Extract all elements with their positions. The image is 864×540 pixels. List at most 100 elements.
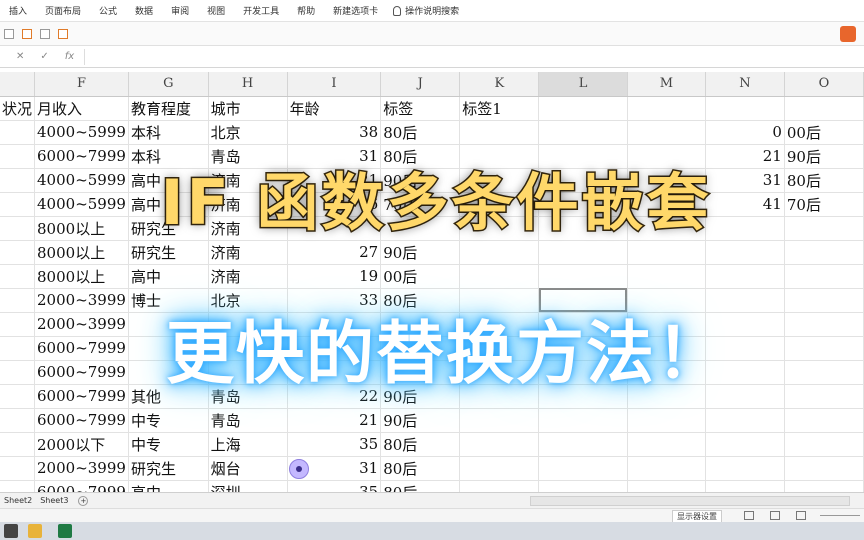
cell[interactable]: [459, 264, 540, 289]
cell[interactable]: [705, 432, 785, 457]
cell[interactable]: 00后: [784, 120, 864, 145]
cell[interactable]: [0, 408, 36, 433]
tab-developer[interactable]: 开发工具: [234, 4, 288, 17]
cell[interactable]: [0, 216, 36, 241]
cell[interactable]: 烟台: [208, 456, 288, 481]
tab-data[interactable]: 数据: [126, 4, 162, 17]
cell[interactable]: 90后: [784, 144, 864, 169]
cell[interactable]: 70后: [784, 192, 864, 217]
cell[interactable]: 中专: [128, 408, 209, 433]
cell[interactable]: [538, 264, 628, 289]
cell[interactable]: [627, 120, 707, 145]
cell[interactable]: 济南: [208, 264, 288, 289]
cell[interactable]: 济南: [208, 240, 288, 265]
tab-new[interactable]: 新建选项卡: [324, 4, 387, 17]
cell[interactable]: 4000~5999: [34, 120, 129, 145]
cell[interactable]: [0, 312, 36, 337]
cell[interactable]: 8000以上: [34, 264, 129, 289]
cell[interactable]: [627, 240, 707, 265]
format-icon[interactable]: [22, 28, 32, 39]
cancel-icon[interactable]: ✕: [16, 51, 24, 62]
cell[interactable]: [538, 456, 628, 481]
cell[interactable]: 2000~3999: [34, 456, 129, 481]
cell[interactable]: 北京: [208, 120, 288, 145]
cell[interactable]: [0, 192, 36, 217]
tab-formulas[interactable]: 公式: [90, 4, 126, 17]
cell[interactable]: 21: [287, 408, 382, 433]
sheet-tab-2[interactable]: Sheet2: [0, 496, 36, 505]
cell[interactable]: [784, 408, 864, 433]
cell-empty[interactable]: [627, 96, 707, 121]
cell[interactable]: [0, 480, 36, 492]
zoom-slider[interactable]: [820, 515, 860, 516]
normal-view-icon[interactable]: [744, 511, 754, 520]
cell[interactable]: 35: [287, 432, 382, 457]
cell-tag1-header[interactable]: 标签1: [459, 96, 540, 121]
column-header[interactable]: H: [208, 72, 288, 97]
column-header[interactable]: M: [627, 72, 707, 97]
column-header-e[interactable]: [0, 72, 36, 97]
page-layout-view-icon[interactable]: [770, 511, 780, 520]
column-header[interactable]: F: [34, 72, 129, 97]
formula-input[interactable]: [84, 49, 860, 65]
confirm-icon[interactable]: ✓: [40, 51, 48, 62]
cell-status-header[interactable]: 状况: [0, 96, 36, 121]
cell[interactable]: [0, 120, 36, 145]
cell[interactable]: [459, 408, 540, 433]
cell[interactable]: 0: [705, 120, 785, 145]
start-icon[interactable]: [4, 524, 18, 538]
cell[interactable]: [538, 120, 628, 145]
cell[interactable]: 35: [287, 480, 382, 492]
cell[interactable]: [0, 336, 36, 361]
cell[interactable]: 2000以下: [34, 432, 129, 457]
cell[interactable]: 00后: [380, 264, 461, 289]
cell[interactable]: 80后: [380, 456, 461, 481]
cell[interactable]: [0, 288, 36, 313]
cell[interactable]: [627, 432, 707, 457]
cell[interactable]: [0, 456, 36, 481]
fx-icon[interactable]: fx: [65, 51, 74, 62]
cell[interactable]: 研究生: [128, 240, 209, 265]
column-header[interactable]: K: [459, 72, 540, 97]
app-badge-icon[interactable]: [840, 26, 856, 42]
cell[interactable]: [784, 264, 864, 289]
cell[interactable]: [0, 432, 36, 457]
cell[interactable]: 高中: [128, 480, 209, 492]
cell[interactable]: [459, 480, 540, 492]
cell[interactable]: 中专: [128, 432, 209, 457]
sheet-tab-3[interactable]: Sheet3: [36, 496, 72, 505]
cell-tag-header[interactable]: 标签: [380, 96, 461, 121]
column-header[interactable]: N: [705, 72, 785, 97]
cell[interactable]: [705, 264, 785, 289]
cell[interactable]: 27: [287, 240, 382, 265]
cell[interactable]: [784, 288, 864, 313]
cell[interactable]: [0, 264, 36, 289]
cell[interactable]: [459, 432, 540, 457]
cell-income-header[interactable]: 月收入: [34, 96, 129, 121]
cell[interactable]: 80后: [380, 432, 461, 457]
column-header[interactable]: J: [380, 72, 461, 97]
cell[interactable]: [705, 408, 785, 433]
cell[interactable]: [627, 480, 707, 492]
cell[interactable]: [784, 360, 864, 385]
excel-icon[interactable]: [58, 524, 72, 538]
cell[interactable]: 90后: [380, 240, 461, 265]
cell[interactable]: [0, 144, 36, 169]
cell[interactable]: 90后: [380, 408, 461, 433]
cell[interactable]: 80后: [380, 480, 461, 492]
cell[interactable]: [784, 312, 864, 337]
cell[interactable]: [0, 384, 36, 409]
column-header[interactable]: O: [784, 72, 864, 97]
cell[interactable]: [538, 240, 628, 265]
cell[interactable]: 38: [287, 120, 382, 145]
horizontal-scrollbar[interactable]: [530, 496, 850, 506]
tab-page-layout[interactable]: 页面布局: [36, 4, 90, 17]
cell[interactable]: 6000~7999: [34, 408, 129, 433]
cell[interactable]: [459, 120, 540, 145]
cell[interactable]: 高中: [128, 264, 209, 289]
cell[interactable]: [538, 408, 628, 433]
cell[interactable]: [784, 384, 864, 409]
cell[interactable]: 8000以上: [34, 240, 129, 265]
cell[interactable]: 本科: [128, 120, 209, 145]
column-header[interactable]: G: [128, 72, 209, 97]
